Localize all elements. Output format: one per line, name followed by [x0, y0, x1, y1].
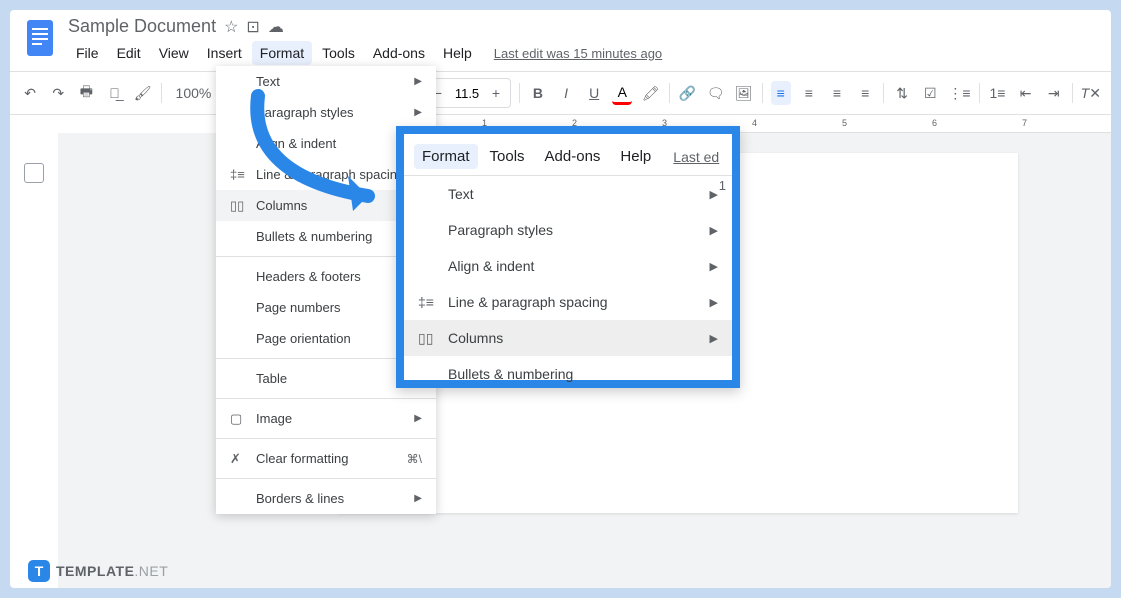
bulleted-list-button[interactable]: ⋮≡ [948, 81, 970, 105]
callout-last-edit[interactable]: Last ed [673, 149, 719, 165]
document-title[interactable]: Sample Document [68, 16, 216, 37]
format-paragraph-styles[interactable]: Paragraph styles▶ [216, 97, 436, 128]
callout-format-text[interactable]: Text▶ [404, 176, 732, 212]
callout-menu-tools[interactable]: Tools [482, 144, 533, 169]
format-image[interactable]: ▢Image▶ [216, 403, 436, 434]
undo-button[interactable]: ↶ [20, 81, 40, 105]
callout-format-align-indent[interactable]: Align & indent▶ [404, 248, 732, 284]
menu-insert[interactable]: Insert [199, 41, 250, 65]
columns-icon: ▯▯ [230, 198, 244, 214]
clear-format-button[interactable]: T✕ [1081, 81, 1101, 105]
menu-edit[interactable]: Edit [109, 41, 149, 65]
font-size-increase[interactable]: + [484, 81, 508, 105]
italic-button[interactable]: I [556, 81, 576, 105]
clear-format-icon: ✗ [230, 451, 241, 467]
toolbar: ↶ ↷ 🖶 Ａ̲ 🖌 100% ▼ − + B I U A 🖍 🔗 🗨 🖼 ≡ … [10, 71, 1111, 115]
callout-menu-help[interactable]: Help [612, 144, 659, 169]
line-spacing-icon: ‡≡ [230, 167, 245, 182]
menu-addons[interactable]: Add-ons [365, 41, 433, 65]
menu-view[interactable]: View [151, 41, 197, 65]
align-center-button[interactable]: ≡ [799, 81, 819, 105]
docs-logo-icon[interactable] [22, 16, 58, 60]
line-spacing-button[interactable]: ⇅ [892, 81, 912, 105]
font-size-input[interactable] [452, 86, 482, 101]
numbered-list-button[interactable]: 1≡ [987, 81, 1007, 105]
move-icon[interactable]: ⊡ [246, 17, 259, 37]
last-edit-link[interactable]: Last edit was 15 minutes ago [494, 46, 662, 61]
underline-button[interactable]: U [584, 81, 604, 105]
star-icon[interactable]: ☆ [224, 17, 238, 37]
callout-format-bullets[interactable]: Bullets & numbering [404, 356, 732, 392]
brand-icon: T [28, 560, 50, 582]
print-button[interactable]: 🖶 [76, 81, 96, 105]
highlight-button[interactable]: 🖍 [640, 81, 660, 105]
callout-format-paragraph-styles[interactable]: Paragraph styles▶ [404, 212, 732, 248]
decrease-indent-button[interactable]: ⇤ [1016, 81, 1036, 105]
menu-tools[interactable]: Tools [314, 41, 363, 65]
callout-menu-format[interactable]: Format [414, 144, 478, 169]
outline-icon[interactable] [24, 163, 44, 183]
comment-button[interactable]: 🗨 [706, 81, 726, 105]
line-spacing-icon: ‡≡ [418, 294, 434, 310]
callout-format-columns[interactable]: ▯▯Columns▶ [404, 320, 732, 356]
image-icon: ▢ [230, 411, 242, 427]
spellcheck-button[interactable]: Ａ̲ [104, 81, 124, 105]
align-left-button[interactable]: ≡ [771, 81, 791, 105]
callout-menu-addons[interactable]: Add-ons [537, 144, 609, 169]
align-justify-button[interactable]: ≡ [855, 81, 875, 105]
menu-file[interactable]: File [68, 41, 107, 65]
redo-button[interactable]: ↷ [48, 81, 68, 105]
align-right-button[interactable]: ≡ [827, 81, 847, 105]
callout-format-line-spacing[interactable]: ‡≡Line & paragraph spacing▶ [404, 284, 732, 320]
paint-format-button[interactable]: 🖌 [133, 81, 153, 105]
insert-link-button[interactable]: 🔗 [677, 81, 697, 105]
checklist-button[interactable]: ☑ [920, 81, 940, 105]
callout-box: Format Tools Add-ons Help Last ed 1 Text… [396, 126, 740, 388]
increase-indent-button[interactable]: ⇥ [1044, 81, 1064, 105]
insert-image-button[interactable]: 🖼 [734, 81, 754, 105]
columns-icon: ▯▯ [418, 330, 433, 347]
brand-watermark: T TEMPLATE.NET [28, 560, 168, 582]
menu-help[interactable]: Help [435, 41, 480, 65]
format-text[interactable]: Text▶ [216, 66, 436, 97]
format-borders-lines[interactable]: Borders & lines▶ [216, 483, 436, 514]
bold-button[interactable]: B [528, 81, 548, 105]
cloud-icon[interactable]: ☁ [268, 17, 284, 37]
text-color-button[interactable]: A [612, 81, 632, 105]
menu-format[interactable]: Format [252, 41, 312, 65]
format-clear-formatting[interactable]: ✗Clear formatting⌘\ [216, 443, 436, 474]
